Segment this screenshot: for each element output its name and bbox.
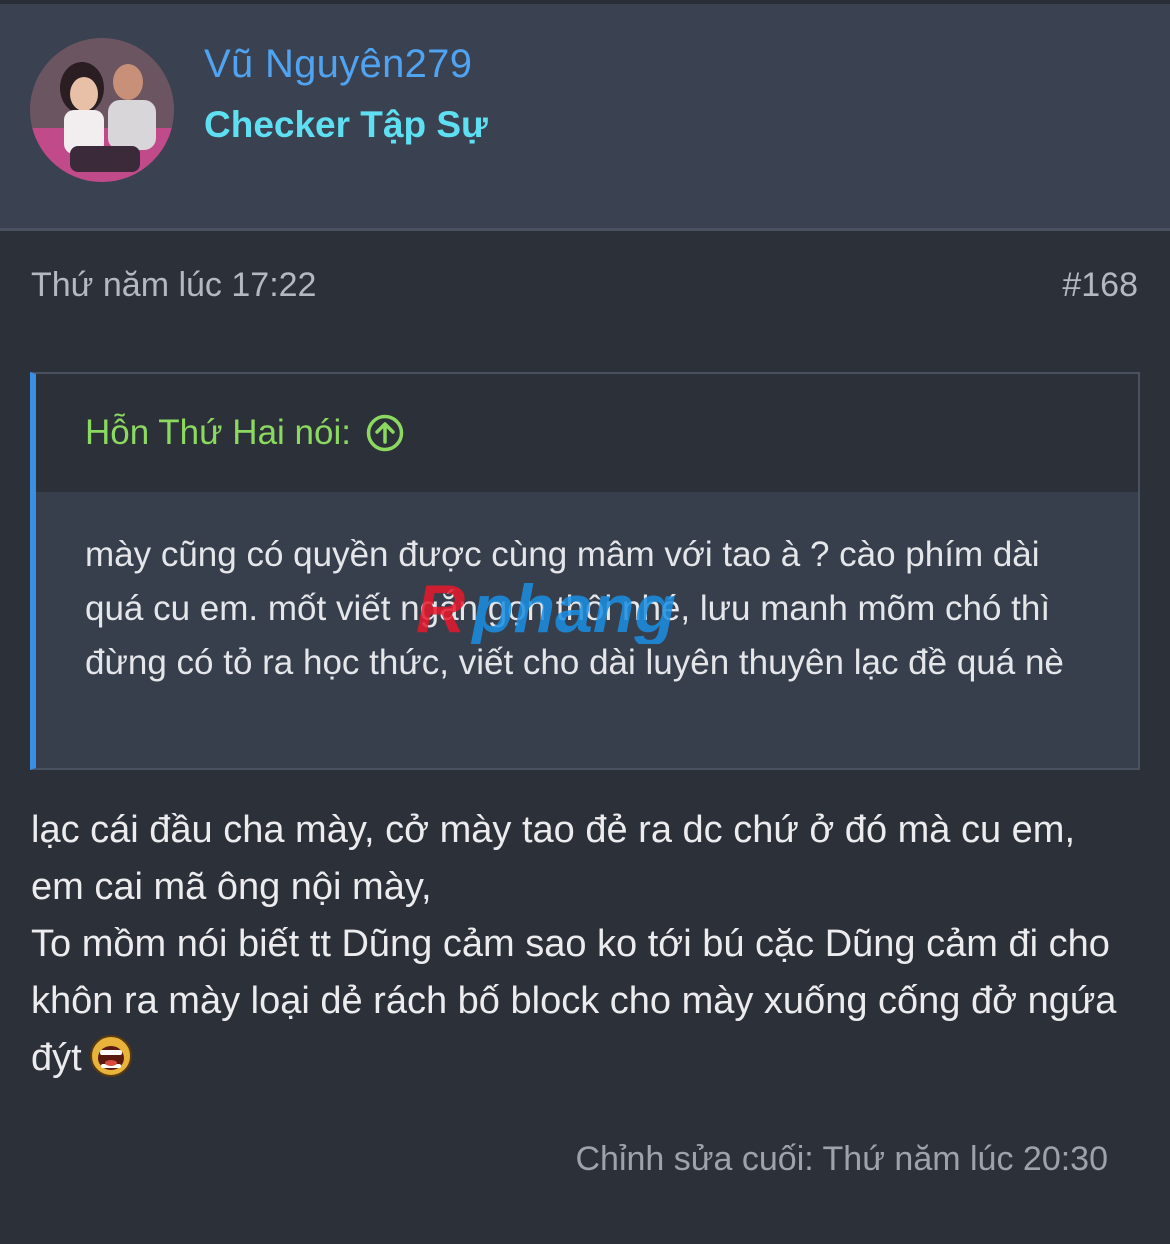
author-name[interactable]: Vũ Nguyên279 (204, 42, 472, 87)
post-body: lạc cái đầu cha mày, cở mày tao đẻ ra dc… (31, 802, 1131, 1087)
arrow-up-circle-icon[interactable] (365, 413, 405, 453)
quote-text: mày cũng có quyền được cùng mâm với tao … (85, 535, 1064, 682)
post-line: lạc cái đầu cha mày, cở mày tao đẻ ra dc… (31, 809, 1076, 908)
quote-header: Hỗn Thứ Hai nói: (36, 374, 1138, 492)
author-header: Vũ Nguyên279 Checker Tập Sự (0, 0, 1170, 231)
screaming-face-emoji-icon (88, 1033, 134, 1079)
post-page: Vũ Nguyên279 Checker Tập Sự Thứ năm lúc … (0, 0, 1170, 1244)
post-line: To mồm nói biết tt Dũng cảm sao ko tới b… (31, 923, 1117, 1079)
post-number[interactable]: #168 (1062, 266, 1138, 305)
post-date[interactable]: Thứ năm lúc 17:22 (31, 266, 316, 305)
quote-author[interactable]: Hỗn Thứ Hai nói: (85, 413, 351, 453)
last-edit-note: Chỉnh sửa cuối: Thứ năm lúc 20:30 (575, 1140, 1108, 1178)
avatar[interactable] (30, 38, 174, 182)
quote-block: Hỗn Thứ Hai nói: mày cũng có quyền được … (30, 372, 1140, 770)
post-line-with-emoji: To mồm nói biết tt Dũng cảm sao ko tới b… (31, 916, 1131, 1087)
author-title: Checker Tập Sự (204, 104, 488, 145)
